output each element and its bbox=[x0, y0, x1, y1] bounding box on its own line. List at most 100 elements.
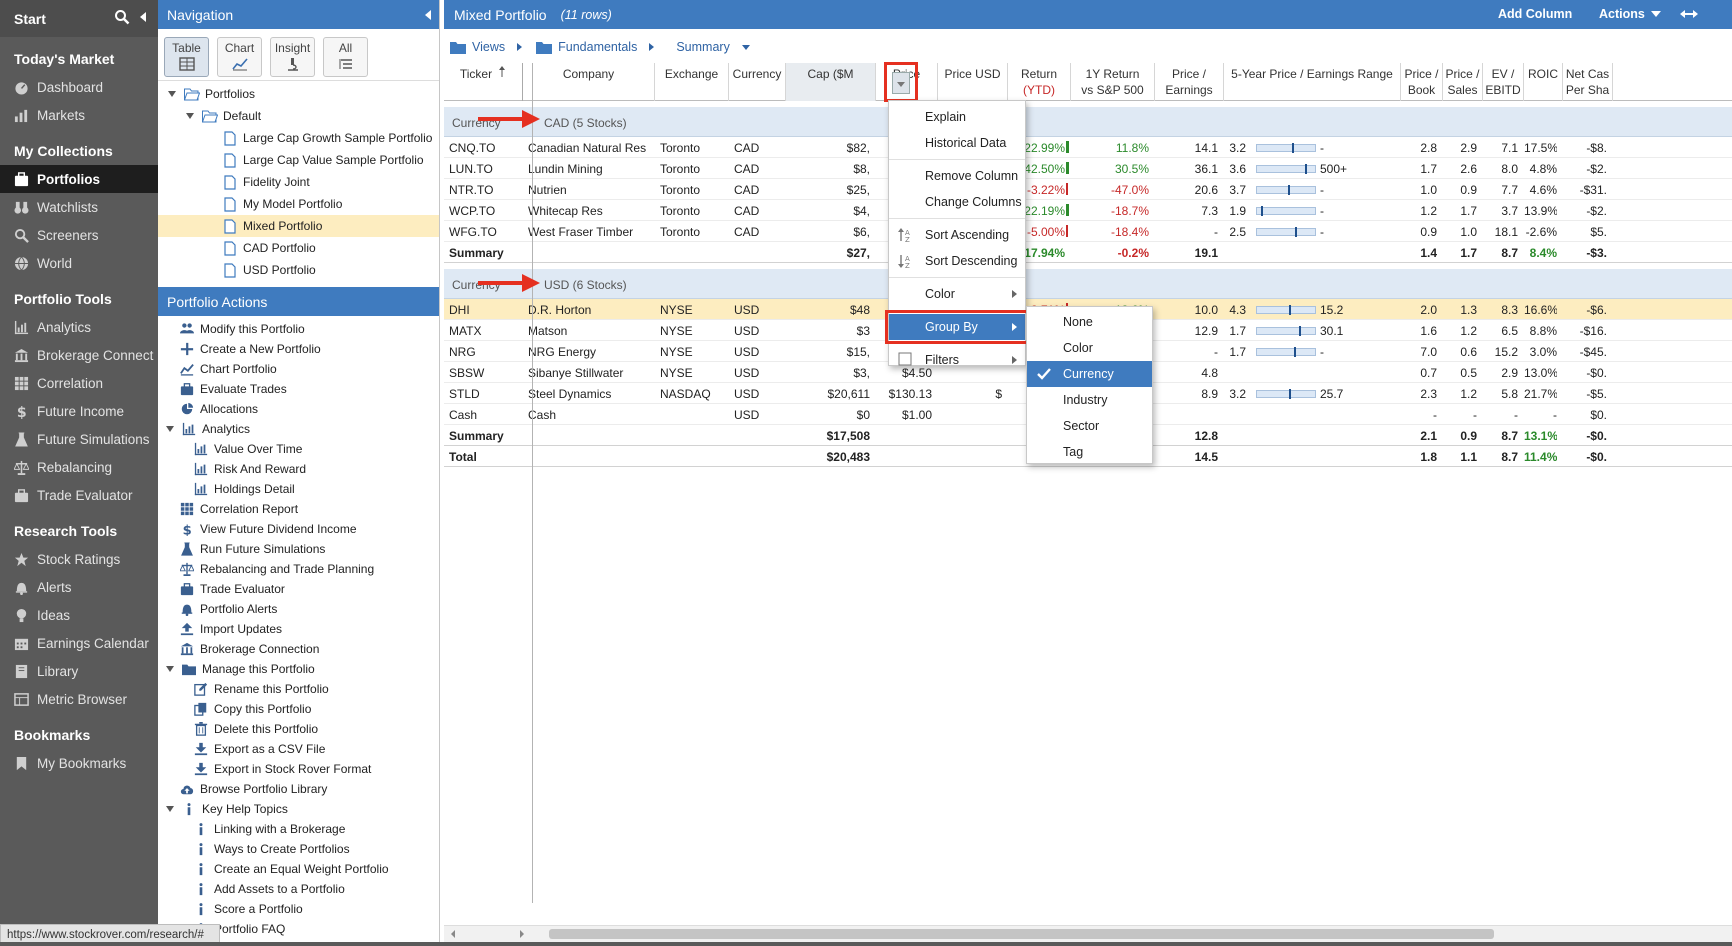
action-copy-this-portfolio[interactable]: Copy this Portfolio bbox=[158, 699, 439, 719]
scroll-left-icon[interactable] bbox=[450, 929, 456, 939]
nav-item-ideas[interactable]: Ideas bbox=[0, 601, 158, 629]
action-score-a-portfolio[interactable]: Score a Portfolio bbox=[158, 899, 439, 919]
column-menu-trigger[interactable] bbox=[892, 72, 910, 94]
column-header-range[interactable]: 5-Year Price / Earnings Range bbox=[1224, 63, 1401, 101]
scrollbar-thumb[interactable] bbox=[549, 929, 1494, 939]
action-rebalancing-and-trade-planning[interactable]: Rebalancing and Trade Planning bbox=[158, 559, 439, 579]
table-row[interactable]: WCP.TOWhitecap ResTorontoCAD$4,$7.8222.1… bbox=[444, 200, 1732, 221]
action-add-assets-to-a-portfolio[interactable]: Add Assets to a Portfolio bbox=[158, 879, 439, 899]
action-delete-this-portfolio[interactable]: Delete this Portfolio bbox=[158, 719, 439, 739]
group-header[interactable]: Currency USD (6 Stocks) bbox=[444, 269, 1732, 299]
group-header[interactable]: Currency CAD (5 Stocks) bbox=[444, 107, 1732, 137]
table-row[interactable]: LUN.TOLundin MiningTorontoCAD$8,$11.2342… bbox=[444, 158, 1732, 179]
tree-portfolios[interactable]: Portfolios bbox=[158, 83, 439, 105]
view-chart-button[interactable]: Chart bbox=[217, 37, 262, 77]
tree-portfolio-item[interactable]: Large Cap Growth Sample Portfolio bbox=[158, 127, 439, 149]
action-correlation-report[interactable]: Correlation Report bbox=[158, 499, 439, 519]
action-chart-portfolio[interactable]: Chart Portfolio bbox=[158, 359, 439, 379]
group-by-option-currency[interactable]: Currency bbox=[1027, 361, 1152, 387]
menu-item-color[interactable]: Color bbox=[889, 281, 1025, 307]
tree-portfolio-item[interactable]: USD Portfolio bbox=[158, 259, 439, 281]
menu-item-historical-data[interactable]: Historical Data bbox=[889, 130, 1025, 156]
column-header-netcash[interactable]: Net Cas Per Sha bbox=[1563, 63, 1613, 101]
nav-item-trade-evaluator[interactable]: Trade Evaluator bbox=[0, 481, 158, 509]
menu-item-change-columns[interactable]: Change Columns bbox=[889, 189, 1025, 215]
tree-portfolio-item[interactable]: Mixed Portfolio bbox=[158, 215, 439, 237]
action-view-future-dividend-income[interactable]: $ View Future Dividend Income bbox=[158, 519, 439, 539]
column-header-pe[interactable]: Price / Earnings bbox=[1155, 63, 1224, 101]
collapse-sidebar-icon[interactable] bbox=[138, 9, 148, 25]
nav-item-watchlists[interactable]: Watchlists bbox=[0, 193, 158, 221]
nav-item-screeners[interactable]: Screeners bbox=[0, 221, 158, 249]
group-by-option-industry[interactable]: Industry bbox=[1027, 387, 1152, 413]
action-export-in-stock-rover-format[interactable]: Export in Stock Rover Format bbox=[158, 759, 439, 779]
menu-item-remove-column[interactable]: Remove Column bbox=[889, 163, 1025, 189]
column-header-ret[interactable]: Return (YTD) bbox=[1008, 63, 1071, 101]
expand-width-icon[interactable] bbox=[1680, 7, 1698, 21]
nav-item-stock-ratings[interactable]: Stock Ratings bbox=[0, 545, 158, 573]
action-ways-to-create-portfolios[interactable]: Ways to Create Portfolios bbox=[158, 839, 439, 859]
column-header-y1[interactable]: 1Y Return vs S&P 500 bbox=[1071, 63, 1155, 101]
nav-item-world[interactable]: World bbox=[0, 249, 158, 277]
action-value-over-time[interactable]: Value Over Time bbox=[158, 439, 439, 459]
nav-item-rebalancing[interactable]: Rebalancing bbox=[0, 453, 158, 481]
expand-icon[interactable] bbox=[186, 113, 194, 119]
nav-item-analytics[interactable]: Analytics bbox=[0, 313, 158, 341]
search-icon[interactable] bbox=[114, 9, 130, 25]
action-manage-this-portfolio[interactable]: Manage this Portfolio bbox=[158, 659, 439, 679]
view-insight-button[interactable]: Insight bbox=[270, 37, 315, 77]
column-header-ev[interactable]: EV / EBITD bbox=[1483, 63, 1524, 101]
actions-button[interactable]: Actions bbox=[1599, 7, 1661, 21]
action-evaluate-trades[interactable]: Evaluate Trades bbox=[158, 379, 439, 399]
menu-item-explain[interactable]: Explain bbox=[889, 104, 1025, 130]
nav-item-earnings-calendar[interactable]: Earnings Calendar bbox=[0, 629, 158, 657]
nav-item-markets[interactable]: Markets bbox=[0, 101, 158, 129]
table-row[interactable]: NTR.TONutrienTorontoCAD$25,$52.33-3.22%-… bbox=[444, 179, 1732, 200]
breadcrumb-views[interactable]: Views bbox=[472, 40, 505, 54]
table-row[interactable]: CNQ.TO Canadian Natural Res Toronto CAD $82,… bbox=[444, 137, 1732, 158]
nav-item-correlation[interactable]: Correlation bbox=[0, 369, 158, 397]
tree-portfolio-item[interactable]: Fidelity Joint bbox=[158, 171, 439, 193]
expand-icon[interactable] bbox=[166, 806, 174, 812]
action-analytics[interactable]: Analytics bbox=[158, 419, 439, 439]
column-header-ps[interactable]: Price / Sales bbox=[1443, 63, 1483, 101]
scroll-right-icon[interactable] bbox=[519, 929, 525, 939]
action-portfolio-alerts[interactable]: Portfolio Alerts bbox=[158, 599, 439, 619]
action-import-updates[interactable]: Import Updates bbox=[158, 619, 439, 639]
action-create-an-equal-weight-portfolio[interactable]: Create an Equal Weight Portfolio bbox=[158, 859, 439, 879]
group-by-option-none[interactable]: None bbox=[1027, 309, 1152, 335]
action-risk-and-reward[interactable]: Risk And Reward bbox=[158, 459, 439, 479]
tree-portfolio-item[interactable]: Large Cap Value Sample Portfolio bbox=[158, 149, 439, 171]
horizontal-scrollbar[interactable] bbox=[444, 925, 1732, 942]
nav-item-library[interactable]: Library bbox=[0, 657, 158, 685]
action-trade-evaluator[interactable]: Trade Evaluator bbox=[158, 579, 439, 599]
action-create-a-new-portfolio[interactable]: Create a New Portfolio bbox=[158, 339, 439, 359]
nav-item-alerts[interactable]: Alerts bbox=[0, 573, 158, 601]
nav-item-metric-browser[interactable]: Metric Browser bbox=[0, 685, 158, 713]
nav-item-my-bookmarks[interactable]: My Bookmarks bbox=[0, 749, 158, 777]
column-header-company[interactable]: Company bbox=[523, 63, 655, 101]
add-column-button[interactable]: Add Column bbox=[1498, 7, 1572, 21]
expand-icon[interactable] bbox=[166, 666, 174, 672]
column-header-exchange[interactable]: Exchange bbox=[655, 63, 729, 101]
action-allocations[interactable]: Allocations bbox=[158, 399, 439, 419]
action-holdings-detail[interactable]: Holdings Detail bbox=[158, 479, 439, 499]
menu-item-filters[interactable]: Filters bbox=[889, 347, 1025, 373]
column-header-price_usd[interactable]: Price USD bbox=[938, 63, 1008, 101]
start-button[interactable]: Start bbox=[0, 0, 158, 37]
expand-icon[interactable] bbox=[168, 91, 176, 97]
sort-ascending-icon[interactable] bbox=[498, 66, 506, 78]
group-by-option-tag[interactable]: Tag bbox=[1027, 439, 1152, 465]
action-linking-with-a-brokerage[interactable]: Linking with a Brokerage bbox=[158, 819, 439, 839]
action-browse-portfolio-library[interactable]: Browse Portfolio Library bbox=[158, 779, 439, 799]
table-row[interactable]: WFG.TOWest Fraser TimberTorontoCAD$6,$78… bbox=[444, 221, 1732, 242]
breadcrumb-summary[interactable]: Summary bbox=[676, 40, 729, 54]
group-by-option-sector[interactable]: Sector bbox=[1027, 413, 1152, 439]
action-key-help-topics[interactable]: Key Help Topics bbox=[158, 799, 439, 819]
column-header-cap[interactable]: Cap ($M bbox=[786, 63, 876, 101]
collapse-navigation-icon[interactable] bbox=[425, 10, 431, 20]
action-rename-this-portfolio[interactable]: Rename this Portfolio bbox=[158, 679, 439, 699]
column-header-currency[interactable]: Currency bbox=[729, 63, 786, 101]
view-all-button[interactable]: All bbox=[323, 37, 368, 77]
menu-item-sort-descending[interactable]: A Z Sort Descending bbox=[889, 248, 1025, 274]
